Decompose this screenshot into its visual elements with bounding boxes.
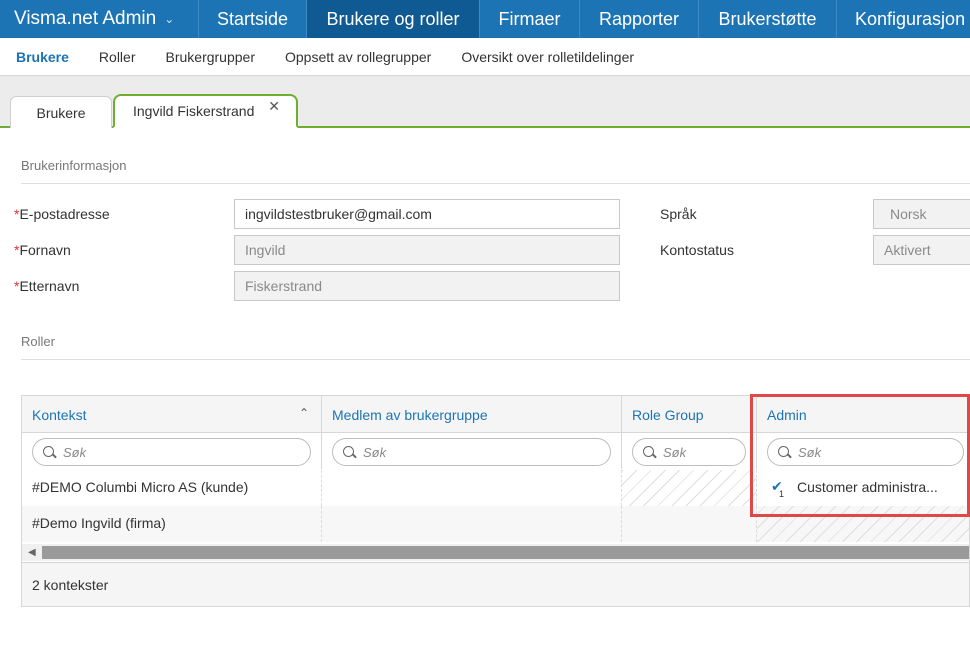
user-info-title: Brukerinformasjon	[21, 158, 127, 173]
context-cell: #DEMO Columbi Micro AS (kunde)	[22, 470, 322, 506]
horizontal-scrollbar[interactable]: ◀	[22, 544, 969, 561]
subnav-brukere[interactable]: Brukere	[16, 49, 69, 65]
nav-rapporter[interactable]: Rapporter	[580, 0, 699, 38]
subnav-brukergrupper[interactable]: Brukergrupper	[166, 49, 256, 65]
nav-users-and-roles[interactable]: Brukere og roller	[307, 0, 480, 38]
tab-user-detail-label: Ingvild Fiskerstrand	[133, 103, 255, 119]
language-label: Språk	[660, 206, 697, 222]
context-cell: #Demo Ingvild (firma)	[22, 506, 322, 542]
tab-brukere[interactable]: Brukere	[10, 96, 112, 128]
scrollbar-thumb[interactable]	[42, 546, 969, 559]
firstname-label: *Fornavn	[14, 242, 71, 258]
language-select[interactable]: Norsk	[873, 199, 970, 229]
top-navigation: Visma.net Admin ⌄ Startside Brukere og r…	[0, 0, 970, 38]
subnav-oversikt-rolletildelinger[interactable]: Oversikt over rolletildelinger	[461, 49, 634, 65]
nav-brukerstotte[interactable]: Brukerstøtte	[699, 0, 837, 38]
filter-cell: Søk	[22, 433, 322, 469]
email-label: *E-postadresse	[14, 206, 110, 222]
scroll-left-icon[interactable]: ◀	[28, 547, 36, 558]
column-header-kontekst[interactable]: Kontekst ⌃	[22, 396, 322, 433]
role-group-cell	[622, 506, 757, 542]
nav-startside[interactable]: Startside	[199, 0, 307, 38]
search-input-kontekst[interactable]: Søk	[32, 438, 311, 466]
grid-footer: 2 kontekster	[22, 562, 969, 606]
close-icon[interactable]: ✕	[268, 98, 280, 115]
search-input-medlem[interactable]: Søk	[332, 438, 611, 466]
filter-cell: Søk	[322, 433, 622, 469]
firstname-field[interactable]: Ingvild	[234, 235, 620, 265]
sort-ascending-icon[interactable]: ⌃	[299, 406, 309, 420]
tab-user-detail[interactable]: Ingvild Fiskerstrand ✕	[113, 94, 298, 128]
account-status-label: Kontostatus	[660, 242, 734, 258]
highlight-box	[750, 394, 970, 517]
app-menu-button[interactable]: Visma.net Admin ⌄	[0, 0, 199, 38]
group-cell	[322, 470, 622, 506]
search-icon	[643, 446, 654, 457]
account-status-select[interactable]: Aktivert	[873, 235, 970, 265]
nav-firmaer[interactable]: Firmaer	[480, 0, 580, 38]
group-cell	[322, 506, 622, 542]
search-icon	[43, 446, 54, 457]
email-field[interactable]: ingvildstestbruker@gmail.com	[234, 199, 620, 229]
search-icon	[343, 446, 354, 457]
subnav-roller[interactable]: Roller	[99, 49, 136, 65]
lastname-label: *Etternavn	[14, 278, 80, 294]
sub-navigation: Brukere Roller Brukergrupper Oppsett av …	[0, 38, 970, 76]
column-header-role-group[interactable]: Role Group	[622, 396, 757, 433]
roles-title: Roller	[21, 334, 55, 349]
role-group-cell	[622, 470, 757, 506]
subnav-oppsett-rollegrupper[interactable]: Oppsett av rollegrupper	[285, 49, 431, 65]
chevron-down-icon: ⌄	[164, 12, 175, 26]
divider	[21, 183, 970, 184]
divider	[21, 359, 970, 360]
lastname-field[interactable]: Fiskerstrand	[234, 271, 620, 301]
filter-cell: Søk	[622, 433, 757, 469]
app-title: Visma.net Admin	[14, 8, 157, 29]
search-input-role-group[interactable]: Søk	[632, 438, 746, 466]
nav-konfigurasjon[interactable]: Konfigurasjon	[837, 0, 970, 38]
column-header-medlem[interactable]: Medlem av brukergruppe	[322, 396, 622, 433]
